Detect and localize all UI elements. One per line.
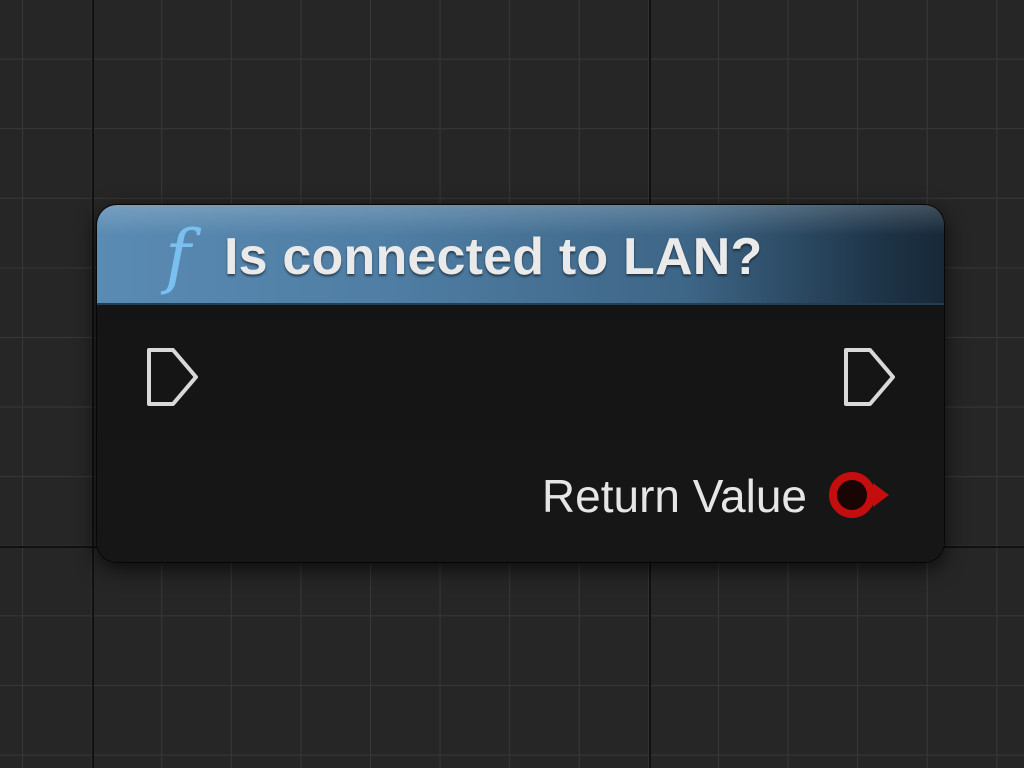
exec-output-pin[interactable] [840,344,900,410]
node-title: Is connected to LAN? [224,228,763,286]
exec-pin-icon [844,348,895,406]
exec-pin-icon [147,348,198,406]
return-value-label: Return Value [541,470,807,522]
exec-input-pin[interactable] [143,344,203,410]
function-icon: f [165,215,191,297]
bool-pin-icon [829,472,889,518]
return-value-pin[interactable] [826,469,898,521]
